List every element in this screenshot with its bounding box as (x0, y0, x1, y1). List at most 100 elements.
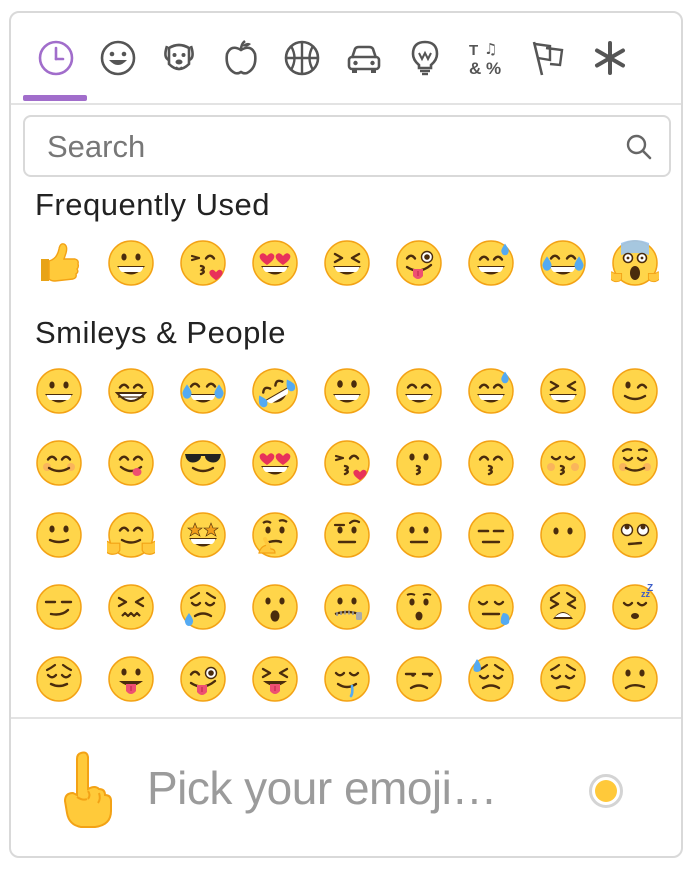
relaxed-emoji[interactable] (611, 439, 659, 487)
hushed-emoji[interactable] (395, 583, 443, 631)
joy-emoji[interactable] (179, 367, 227, 415)
laughing-icon (540, 368, 586, 414)
emoji-scroller[interactable]: Frequently Used Smileys & People zz Z (11, 183, 681, 717)
joy-emoji[interactable] (539, 239, 587, 287)
scream-emoji[interactable] (611, 239, 659, 287)
thinking-icon (252, 512, 298, 558)
wink-icon (612, 368, 658, 414)
tab-animals-nature[interactable] (154, 33, 204, 83)
confused-icon (612, 656, 658, 702)
tab-activity[interactable] (277, 33, 327, 83)
skin-tone-swatch (595, 780, 617, 802)
neutral-emoji[interactable] (395, 511, 443, 559)
thinking-emoji[interactable] (251, 511, 299, 559)
scream-icon (611, 240, 659, 286)
svg-text:T: T (469, 42, 478, 59)
sunglasses-emoji[interactable] (179, 439, 227, 487)
yum-emoji[interactable] (107, 439, 155, 487)
search-input[interactable] (45, 125, 609, 169)
svg-text:%: % (486, 59, 501, 78)
star-struck-emoji[interactable] (179, 511, 227, 559)
tired-emoji[interactable] (539, 583, 587, 631)
thumbs-up-icon (41, 243, 80, 282)
expressionless-emoji[interactable] (467, 511, 515, 559)
smiley-emoji[interactable] (323, 367, 371, 415)
persevere-emoji[interactable] (107, 583, 155, 631)
stuck-out-tongue-winking-emoji[interactable] (395, 239, 443, 287)
hugging-emoji[interactable] (107, 511, 155, 559)
tab-flags[interactable] (523, 33, 573, 83)
stuck-out-tongue-winking-emoji[interactable] (179, 655, 227, 703)
clock-icon (38, 40, 74, 76)
unamused-emoji[interactable] (395, 655, 443, 703)
smile-emoji[interactable] (395, 367, 443, 415)
unamused-icon (396, 656, 442, 702)
kissing-heart-emoji[interactable] (323, 439, 371, 487)
search-icon (626, 134, 652, 160)
kissing-closed-eyes-emoji[interactable] (539, 439, 587, 487)
tired-icon (540, 584, 586, 630)
smirk-emoji[interactable] (35, 583, 83, 631)
smile-icon (396, 368, 442, 414)
sweat-smile-emoji[interactable] (467, 239, 515, 287)
sleepy-emoji[interactable] (467, 583, 515, 631)
sweat-emoji[interactable] (467, 655, 515, 703)
heart-eyes-emoji[interactable] (251, 439, 299, 487)
category-nav: T ♫ &% (11, 13, 681, 105)
heart-eyes-icon (252, 440, 298, 486)
sleeping-icon: zzZ (612, 583, 658, 630)
wink-emoji[interactable] (611, 367, 659, 415)
joy-icon (180, 368, 226, 414)
zipper-mouth-emoji[interactable] (323, 583, 371, 631)
blush-emoji[interactable] (35, 439, 83, 487)
grinning-emoji[interactable] (35, 367, 83, 415)
slightly-smiling-icon (36, 512, 82, 558)
sleepy-icon (468, 584, 514, 630)
sweat-smile-icon (468, 240, 514, 286)
tab-custom[interactable] (585, 33, 635, 83)
rolling-eyes-emoji[interactable] (611, 511, 659, 559)
persevere-icon (108, 584, 154, 630)
kissing-heart-icon (180, 240, 226, 286)
kissing-heart-emoji[interactable] (179, 239, 227, 287)
car-icon (347, 45, 380, 73)
no-mouth-emoji[interactable] (539, 511, 587, 559)
category-title: Smileys & People (35, 315, 286, 350)
skin-tone-button[interactable] (589, 774, 623, 808)
hushed-icon (396, 584, 442, 630)
stuck-out-tongue-emoji[interactable] (107, 655, 155, 703)
lightbulb-icon (411, 40, 439, 76)
heart-eyes-emoji[interactable] (251, 239, 299, 287)
thumbs-up-emoji[interactable] (35, 239, 83, 287)
tab-food-drink[interactable] (216, 33, 266, 83)
relieved-emoji[interactable] (35, 655, 83, 703)
laughing-emoji[interactable] (539, 367, 587, 415)
drooling-emoji[interactable] (323, 655, 371, 703)
stuck-out-tongue-closed-eyes-emoji[interactable] (251, 655, 299, 703)
tab-smileys-people[interactable] (93, 33, 143, 83)
sleeping-emoji[interactable]: zz Z (611, 583, 659, 631)
tab-symbols[interactable]: T ♫ &% (462, 33, 512, 83)
slightly-smiling-emoji[interactable] (35, 511, 83, 559)
rofl-emoji[interactable] (251, 367, 299, 415)
apple-icon (224, 39, 257, 75)
emoji-picker: T♫&% Frequently UsedSmileys & PeoplezzZ … (9, 11, 683, 858)
tab-frequently-used[interactable] (31, 33, 81, 83)
joy-icon (540, 240, 586, 286)
grinning-icon (108, 240, 154, 286)
raised-eyebrow-emoji[interactable] (323, 511, 371, 559)
laughing-emoji[interactable] (323, 239, 371, 287)
grinning-emoji[interactable] (107, 239, 155, 287)
pensive-emoji[interactable] (539, 655, 587, 703)
tab-travel-places[interactable] (339, 33, 389, 83)
grin-emoji[interactable] (107, 367, 155, 415)
disappointed-relieved-emoji[interactable] (179, 583, 227, 631)
kissing-emoji[interactable] (395, 439, 443, 487)
dog-icon (164, 43, 194, 71)
sweat-smile-emoji[interactable] (467, 367, 515, 415)
confused-emoji[interactable] (611, 655, 659, 703)
svg-text:&: & (469, 59, 481, 78)
tab-objects[interactable] (400, 33, 450, 83)
kissing-smiling-eyes-emoji[interactable] (467, 439, 515, 487)
open-mouth-emoji[interactable] (251, 583, 299, 631)
